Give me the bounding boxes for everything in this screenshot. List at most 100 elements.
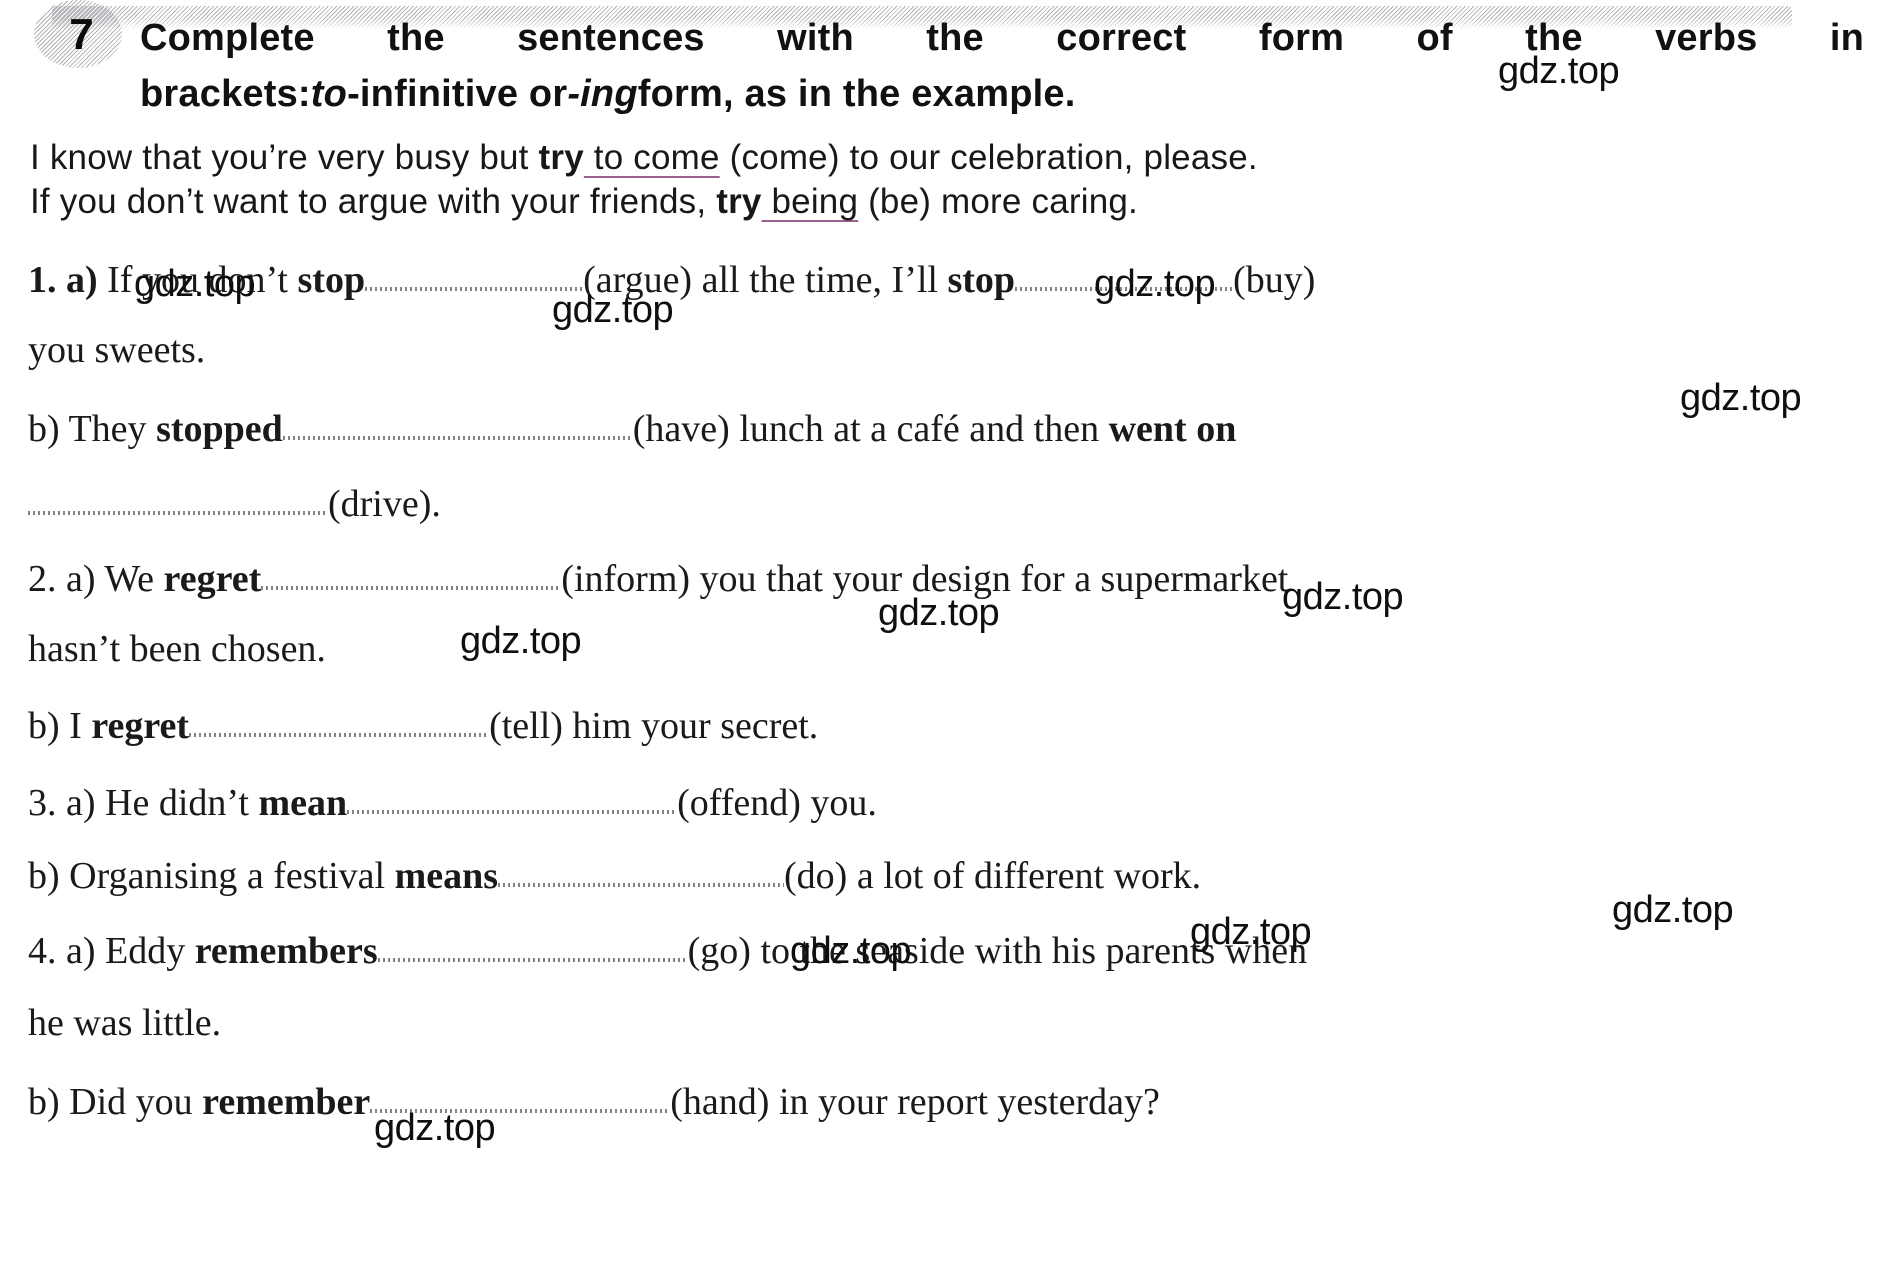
exercise-number: 7 [69,10,94,59]
item-3b-cue-1: (do) [784,855,848,897]
item-4b-mid: in your report yesterday? [769,1081,1160,1123]
item-1a-pre: If you don’t [97,259,298,301]
item-3a-pre: He didn’t [95,782,259,824]
item-1a-cont: you sweets. [28,329,206,371]
example-1-keyword: try [538,138,584,177]
heading-brackets-label: brackets: [140,73,311,115]
heading-to-italic: to [310,73,348,115]
answer-blank-4a[interactable] [377,925,688,963]
item-1b-mid: lunch at a café and then [729,408,1109,450]
item-marker-1b: b) [28,408,60,450]
item-2a-keyword-1: regret [163,558,262,600]
item-row-1a: 1. a) If you don’t stop (argue) all the t… [28,254,1873,299]
answer-blank-1b-2[interactable] [28,478,328,516]
heading-word: correct [1056,17,1187,59]
answer-blank-3a[interactable] [347,777,678,815]
example-1-answer: to come [583,138,720,177]
item-3b-mid: a lot of different work. [847,855,1202,897]
item-row-1a-cont: you sweets. [28,331,1873,369]
heading-word: Complete [140,17,315,59]
heading-word: with [777,17,854,59]
item-2a-cont: hasn’t been chosen. [28,628,326,670]
item-3a-keyword-1: mean [258,782,348,824]
example-1-pre: I know that you’re very busy but [30,138,539,177]
item-1b-pre: They [59,408,157,450]
item-2b-mid: him your secret. [562,705,819,747]
item-3b-keyword-1: means [394,855,499,897]
answer-blank-1a-1[interactable] [365,254,584,292]
heading-word: form [1258,17,1345,59]
item-row-2a: 2. a) We regret (inform) you that your de… [28,553,1873,598]
answer-blank-1a-2[interactable] [1015,254,1234,292]
answer-blank-2a[interactable] [261,553,562,591]
item-1b-keyword-2: went on [1108,408,1237,450]
item-1a-cue-2: (buy) [1233,259,1316,301]
item-row-3b: b) Organising a festival means (do) a lot… [28,850,1873,895]
item-marker-4b: b) [28,1081,60,1123]
item-2b-cue-1: (tell) [489,705,563,747]
exercise-heading: Complete the sentences with the correct … [140,10,1870,122]
item-1b-cue-2: (drive). [328,483,441,525]
example-2-post: (be) more caring. [858,182,1138,221]
example-2-answer: being [761,182,859,221]
item-row-2a-cont: hasn’t been chosen. [28,630,1873,668]
exercise-number-badge: 7 [34,0,122,68]
item-1a-cue-1: (argue) [583,259,693,301]
example-2-pre: If you don’t want to argue with your fri… [30,182,717,221]
item-row-1b-cont: (drive). [28,478,1873,523]
item-marker-4a: 4. a) [28,930,96,972]
heading-word: sentences [517,17,705,59]
item-4b-keyword-1: remember [202,1081,371,1123]
item-1b-keyword-1: stopped [156,408,283,450]
heading-line-1: Complete the sentences with the correct … [140,10,1864,66]
item-4b-pre: Did you [59,1081,203,1123]
exercise-items: 1. a) If you don’t stop (argue) all the t… [28,248,1873,1121]
heading-word: the [387,17,445,59]
item-4a-cue-1: (go) [687,930,751,972]
answer-blank-3b[interactable] [498,850,785,888]
item-2a-pre: We [95,558,164,600]
item-row-2b: b) I regret (tell) him your secret. [28,700,1873,745]
item-1a-keyword-1: stop [297,259,366,301]
heading-word: the [926,17,984,59]
answer-blank-2b[interactable] [189,700,490,738]
item-marker-2b: b) [28,705,60,747]
answer-blank-4b[interactable] [370,1076,671,1114]
item-3a-mid: you. [800,782,877,824]
heading-ing-italic: -ing [567,73,638,115]
item-1a-keyword-2: stop [947,259,1016,301]
item-4a-keyword-1: remembers [194,930,378,972]
item-2b-keyword-1: regret [91,705,190,747]
heading-infinitive-label: -infinitive or [347,73,568,115]
item-4b-cue-1: (hand) [670,1081,770,1123]
heading-word: the [1525,17,1583,59]
heading-line-2: brackets: to -infinitive or -ing form, a… [140,66,1340,122]
example-line-1: I know that you’re very busy but try to … [30,136,1860,180]
heading-word: in [1829,17,1864,59]
item-row-4a: 4. a) Eddy remembers (go) to the seaside … [28,925,1873,970]
item-4a-cont: he was little. [28,1002,222,1044]
item-row-1b: b) They stopped (have) lunch at a café an… [28,403,1873,448]
item-marker-3a: 3. a) [28,782,96,824]
item-3b-pre: Organising a festival [59,855,395,897]
item-4a-pre: Eddy [95,930,195,972]
item-marker-1a: 1. a) [28,259,98,301]
item-marker-3b: b) [28,855,60,897]
item-1b-cue-1: (have) [632,408,730,450]
example-block: I know that you’re very busy but try to … [30,136,1860,224]
item-3a-cue-1: (offend) [677,782,801,824]
item-2b-pre: I [59,705,92,747]
heading-word: verbs [1655,17,1758,59]
answer-blank-1b-1[interactable] [282,403,633,441]
item-2a-mid: you that your design for a supermarket [690,558,1289,600]
example-line-2: If you don’t want to argue with your fri… [30,180,1860,224]
item-row-4b: b) Did you remember (hand) in your report… [28,1076,1873,1121]
item-marker-2a: 2. a) [28,558,96,600]
item-4a-mid: to the seaside with his parents when [750,930,1308,972]
item-1a-mid: all the time, I’ll [692,259,948,301]
example-2-keyword: try [716,182,762,221]
heading-word: of [1416,17,1453,59]
item-2a-cue-1: (inform) [561,558,691,600]
item-row-4a-cont: he was little. [28,1004,1873,1042]
item-row-3a: 3. a) He didn’t mean (offend) you. [28,777,1873,822]
